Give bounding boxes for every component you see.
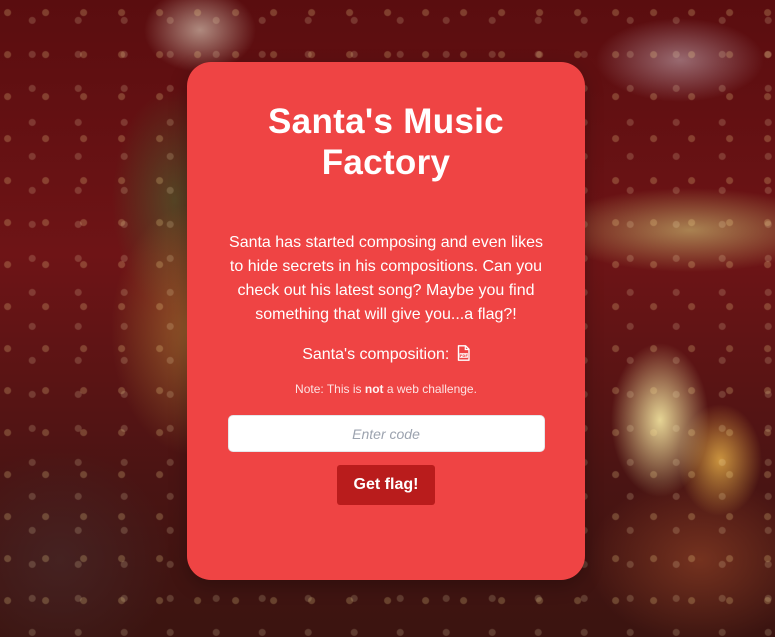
composition-label: Santa's composition: [302, 346, 450, 363]
note-prefix: Note: This is [295, 382, 362, 396]
get-flag-button[interactable]: Get flag! [337, 465, 435, 505]
note-text: Note: This is not a web challenge. [227, 381, 545, 397]
file-pdf-icon: PDF [457, 345, 470, 361]
code-input[interactable] [227, 415, 545, 452]
svg-text:PDF: PDF [460, 354, 469, 358]
challenge-description: Santa has started composing and even lik… [229, 234, 543, 323]
composition-pdf-link[interactable]: PDF [457, 345, 470, 369]
note-suffix: a web challenge. [386, 382, 477, 396]
note-emphasis: not [364, 382, 384, 396]
composition-row: Santa's composition: PDF [227, 343, 545, 369]
page-title: Santa's Music Factory [268, 102, 504, 182]
challenge-card: Santa's Music Factory Santa has started … [187, 62, 585, 580]
